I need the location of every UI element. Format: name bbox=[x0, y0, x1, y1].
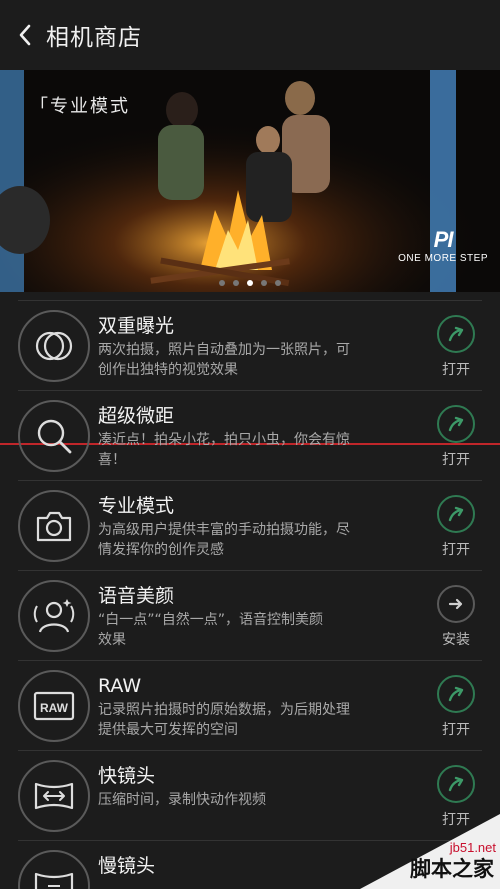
brand-text: ONE MORE STEP bbox=[398, 253, 488, 264]
voice-beauty-icon-badge bbox=[18, 580, 90, 652]
plugin-description-line2: 情发挥你的创作灵感 bbox=[98, 542, 224, 558]
banner-title: 「专业模式 bbox=[30, 96, 130, 117]
plugin-name: 超级微距 bbox=[98, 405, 175, 427]
plugin-name: 双重曝光 bbox=[98, 315, 175, 337]
action-label: 安装 bbox=[442, 632, 470, 648]
plugin-name: 快镜头 bbox=[98, 765, 156, 787]
install-arrow-icon bbox=[446, 594, 466, 614]
plugin-item[interactable]: 语音美颜 “白一点”“自然一点”，语音控制美颜 效果 安装 bbox=[18, 570, 482, 660]
brand-logo: PI ONE MORE STEP bbox=[398, 227, 488, 264]
plugin-description-line1: “白一点”“自然一点”，语音控制美颜 bbox=[98, 612, 324, 628]
plugin-action[interactable]: 打开 bbox=[434, 315, 478, 379]
camera-icon-badge bbox=[18, 490, 90, 562]
slowmo-icon-badge bbox=[18, 850, 90, 889]
plugin-description: 压缩时间，录制快动作视频 bbox=[98, 790, 408, 810]
carousel-dot[interactable] bbox=[219, 280, 225, 286]
double-exposure-icon-badge bbox=[18, 310, 90, 382]
plugin-description-line1: 记录照片拍摄时的原始数据，为后期处理 bbox=[98, 702, 350, 718]
plugin-text: 双重曝光两次拍摄，照片自动叠加为一张照片，可 创作出独特的视觉效果 bbox=[98, 314, 408, 390]
back-button[interactable] bbox=[14, 20, 36, 50]
raw-icon-badge: RAW bbox=[18, 670, 90, 742]
open-button[interactable] bbox=[437, 405, 475, 443]
plugin-description: 两次拍摄，照片自动叠加为一张照片，可 创作出独特的视觉效果 bbox=[98, 340, 408, 380]
plugin-description-line1: 压缩时间，录制快动作视频 bbox=[98, 792, 266, 808]
magnifier-icon bbox=[32, 414, 76, 458]
install-button[interactable] bbox=[437, 585, 475, 623]
carousel-indicator bbox=[0, 280, 500, 286]
plugin-name: RAW bbox=[98, 675, 142, 697]
voice-beauty-icon bbox=[30, 594, 78, 638]
plugin-action[interactable]: 打开 bbox=[434, 405, 478, 469]
promo-banner[interactable]: 「专业模式 PI ONE MORE STEP bbox=[0, 70, 500, 292]
raw-icon: RAW bbox=[30, 684, 78, 728]
plugin-description-line1: 两次拍摄，照片自动叠加为一张照片，可 bbox=[98, 342, 350, 358]
timelapse-icon-badge bbox=[18, 760, 90, 832]
plugin-item[interactable]: 双重曝光 两次拍摄，照片自动叠加为一张照片，可 创作出独特的视觉效果 打开 bbox=[18, 300, 482, 390]
plugin-description-line1: 为高级用户提供丰富的手动拍摄功能，尽 bbox=[98, 522, 350, 538]
plugin-name: 语音美颜 bbox=[98, 585, 175, 607]
plugin-list: 双重曝光 两次拍摄，照片自动叠加为一张照片，可 创作出独特的视觉效果 打开 超级微距 凑近… bbox=[0, 300, 500, 889]
plugin-description-line2: 创作出独特的视觉效果 bbox=[98, 362, 238, 378]
timelapse-icon bbox=[30, 774, 78, 818]
action-label: 打开 bbox=[442, 722, 470, 738]
action-label: 打开 bbox=[442, 452, 470, 468]
slowmo-icon bbox=[30, 864, 78, 889]
open-arrow-icon bbox=[446, 414, 466, 434]
page-title: 相机商店 bbox=[46, 25, 142, 51]
plugin-item[interactable]: 超级微距凑近点！拍朵小花，拍只小虫，你会有惊 喜！ 打开 bbox=[18, 390, 482, 480]
brand-mark: PI bbox=[433, 227, 454, 252]
plugin-item[interactable]: 专业模式 为高级用户提供丰富的手动拍摄功能，尽 情发挥你的创作灵感 打开 bbox=[18, 480, 482, 570]
svg-text:RAW: RAW bbox=[40, 701, 69, 715]
open-arrow-icon bbox=[446, 774, 466, 794]
plugin-action[interactable]: 安装 bbox=[434, 585, 478, 649]
open-arrow-icon bbox=[446, 504, 466, 524]
open-arrow-icon bbox=[446, 324, 466, 344]
plugin-description: 凑近点！拍朵小花，拍只小虫，你会有惊 喜！ bbox=[98, 430, 408, 470]
carousel-dot-active[interactable] bbox=[247, 280, 253, 286]
carousel-dot[interactable] bbox=[261, 280, 267, 286]
plugin-description: 为高级用户提供丰富的手动拍摄功能，尽 情发挥你的创作灵感 bbox=[98, 520, 408, 560]
magnifier-icon-badge bbox=[18, 400, 90, 472]
plugin-text: 专业模式为高级用户提供丰富的手动拍摄功能，尽 情发挥你的创作灵感 bbox=[98, 494, 408, 570]
action-label: 打开 bbox=[442, 542, 470, 558]
action-label: 打开 bbox=[442, 362, 470, 378]
carousel-dot[interactable] bbox=[233, 280, 239, 286]
app-header: 相机商店 bbox=[0, 0, 500, 70]
plugin-action[interactable]: 打开 bbox=[434, 675, 478, 739]
plugin-description-line2: 提供最大可发挥的空间 bbox=[98, 722, 238, 738]
plugin-text: 超级微距凑近点！拍朵小花，拍只小虫，你会有惊 喜！ bbox=[98, 404, 408, 480]
plugin-description-line1: 凑近点！拍朵小花，拍只小虫，你会有惊 bbox=[98, 432, 350, 448]
plugin-description-line2: 喜！ bbox=[98, 452, 126, 468]
carousel-dot[interactable] bbox=[275, 280, 281, 286]
plugin-item[interactable]: RAW RAW 记录照片拍摄时的原始数据，为后期处理 提供最大可发挥的空间 打开 bbox=[18, 660, 482, 750]
open-button[interactable] bbox=[437, 495, 475, 533]
double-exposure-icon bbox=[32, 324, 76, 368]
plugin-text: 语音美颜 “白一点”“自然一点”，语音控制美颜 效果 bbox=[98, 584, 408, 660]
site-watermark: jb51.net 脚本之家 bbox=[360, 814, 500, 889]
plugin-action[interactable]: 打开 bbox=[434, 495, 478, 559]
open-button[interactable] bbox=[437, 675, 475, 713]
open-button[interactable] bbox=[437, 315, 475, 353]
chevron-left-icon bbox=[19, 24, 31, 46]
plugin-text: RAW 记录照片拍摄时的原始数据，为后期处理 提供最大可发挥的空间 bbox=[98, 674, 408, 750]
open-arrow-icon bbox=[446, 684, 466, 704]
watermark-text: 脚本之家 bbox=[410, 857, 494, 881]
camera-icon bbox=[32, 504, 76, 548]
plugin-description-line2: 效果 bbox=[98, 632, 126, 648]
plugin-description: 记录照片拍摄时的原始数据，为后期处理 提供最大可发挥的空间 bbox=[98, 700, 408, 740]
plugin-name: 专业模式 bbox=[98, 495, 175, 517]
open-button[interactable] bbox=[437, 765, 475, 803]
plugin-description: “白一点”“自然一点”，语音控制美颜 效果 bbox=[98, 610, 408, 650]
